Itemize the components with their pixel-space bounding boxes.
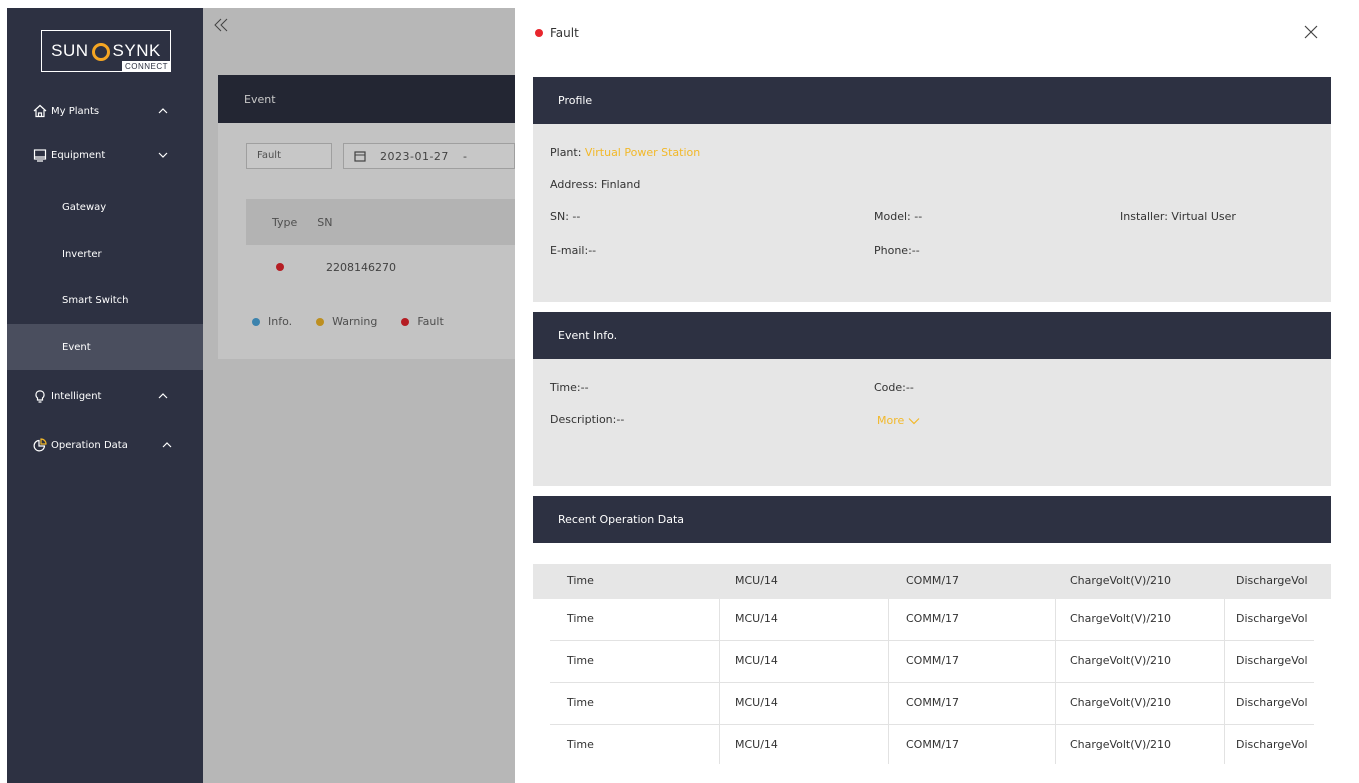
column-header: MCU/14 <box>735 574 778 587</box>
sidebar-item-intelligent[interactable]: Intelligent <box>7 373 203 419</box>
event-info-section: Time:-- Code:-- Description:-- More <box>533 359 1331 486</box>
profile-section-header: Profile <box>533 77 1331 124</box>
fault-detail-drawer: Fault Profile Plant: Virtual Power Stati… <box>515 8 1359 783</box>
column-header: ChargeVolt(V)/210 <box>1070 574 1172 587</box>
brand-name-left: SUN <box>51 41 89 60</box>
table-cell: Time <box>567 612 594 625</box>
monitor-icon <box>33 149 47 162</box>
plant-label: Plant: <box>550 146 582 159</box>
plant-field: Plant: Virtual Power Station <box>550 146 700 159</box>
sidebar-item-label: My Plants <box>51 105 100 117</box>
chevron-down-icon <box>908 417 920 424</box>
pie-icon <box>33 438 47 452</box>
chevron-up-icon <box>158 108 168 114</box>
table-row[interactable]: Time MCU/14 COMM/17 ChargeVolt(V)/210 Di… <box>550 599 1314 641</box>
table-cell: ChargeVolt(V)/210 <box>1070 696 1172 709</box>
table-cell: ChargeVolt(V)/210 <box>1070 612 1172 625</box>
table-cell: COMM/17 <box>906 612 960 625</box>
table-cell: MCU/14 <box>735 612 778 625</box>
profile-section: Plant: Virtual Power Station Address: Fi… <box>533 124 1331 302</box>
column-header: DischargeVol <box>1236 574 1308 587</box>
drawer-title-text: Fault <box>550 26 579 40</box>
sidebar-subitem-smart-switch[interactable]: Smart Switch <box>7 277 203 323</box>
email-field: E-mail:-- <box>550 244 597 257</box>
phone-field: Phone:-- <box>874 244 920 257</box>
table-cell: DischargeVol <box>1236 612 1308 625</box>
sidebar-item-equipment[interactable]: Equipment <box>7 132 203 178</box>
table-row[interactable]: Time MCU/14 COMM/17 ChargeVolt(V)/210 Di… <box>550 725 1314 767</box>
plant-link[interactable]: Virtual Power Station <box>585 146 700 159</box>
time-field: Time:-- <box>550 381 589 394</box>
table-cell: ChargeVolt(V)/210 <box>1070 738 1172 751</box>
sidebar-item-label: Intelligent <box>51 390 102 402</box>
bulb-icon <box>35 390 45 403</box>
more-button[interactable]: More <box>877 414 920 427</box>
table-cell: COMM/17 <box>906 654 960 667</box>
table-cell: MCU/14 <box>735 696 778 709</box>
table-row[interactable]: Time MCU/14 COMM/17 ChargeVolt(V)/210 Di… <box>550 683 1314 725</box>
table-cell: COMM/17 <box>906 738 960 751</box>
address-field: Address: Finland <box>550 178 641 191</box>
more-label: More <box>877 414 905 427</box>
brand-sub: CONNECT <box>121 61 171 72</box>
recent-data-table-header: Time MCU/14 COMM/17 ChargeVolt(V)/210 Di… <box>533 564 1331 599</box>
home-icon <box>33 104 47 118</box>
table-cell: COMM/17 <box>906 696 960 709</box>
column-header: COMM/17 <box>906 574 960 587</box>
sn-field: SN: -- <box>550 210 581 223</box>
modal-overlay[interactable] <box>203 8 515 783</box>
sidebar-item-operation-data[interactable]: Operation Data <box>7 422 203 468</box>
column-header: Time <box>567 574 594 587</box>
table-cell: DischargeVol <box>1236 738 1308 751</box>
brand-logo[interactable]: SUN SYNK CONNECT <box>41 30 171 72</box>
close-icon[interactable] <box>1303 24 1319 40</box>
table-cell: ChargeVolt(V)/210 <box>1070 654 1172 667</box>
sidebar-subitem-gateway[interactable]: Gateway <box>7 184 203 230</box>
table-cell: Time <box>567 654 594 667</box>
chevron-down-icon <box>158 152 168 158</box>
table-cell: MCU/14 <box>735 738 778 751</box>
sidebar-subitem-event[interactable]: Event <box>7 324 203 370</box>
brand-name-right: SYNK <box>112 41 161 60</box>
table-cell: Time <box>567 738 594 751</box>
fault-status-dot <box>535 29 543 37</box>
chevron-up-icon <box>162 442 172 448</box>
table-cell: Time <box>567 696 594 709</box>
model-field: Model: -- <box>874 210 923 223</box>
sidebar-subitem-inverter[interactable]: Inverter <box>7 231 203 277</box>
description-field: Description:-- <box>550 413 625 426</box>
drawer-title: Fault <box>535 26 579 40</box>
chevron-up-icon <box>158 393 168 399</box>
installer-field: Installer: Virtual User <box>1120 210 1236 223</box>
table-cell: DischargeVol <box>1236 654 1308 667</box>
sidebar-item-my-plants[interactable]: My Plants <box>7 88 203 134</box>
sidebar-item-label: Equipment <box>51 149 106 161</box>
code-field: Code:-- <box>874 381 914 394</box>
table-cell: MCU/14 <box>735 654 778 667</box>
table-row[interactable]: Time MCU/14 COMM/17 ChargeVolt(V)/210 Di… <box>550 641 1314 683</box>
sun-logo-icon <box>91 43 110 61</box>
table-cell: DischargeVol <box>1236 696 1308 709</box>
sidebar-item-label: Operation Data <box>51 439 128 451</box>
sidebar: SUN SYNK CONNECT My Plants Equipment Gat… <box>7 8 203 783</box>
recent-data-section-header: Recent Operation Data <box>533 496 1331 543</box>
event-info-section-header: Event Info. <box>533 312 1331 359</box>
